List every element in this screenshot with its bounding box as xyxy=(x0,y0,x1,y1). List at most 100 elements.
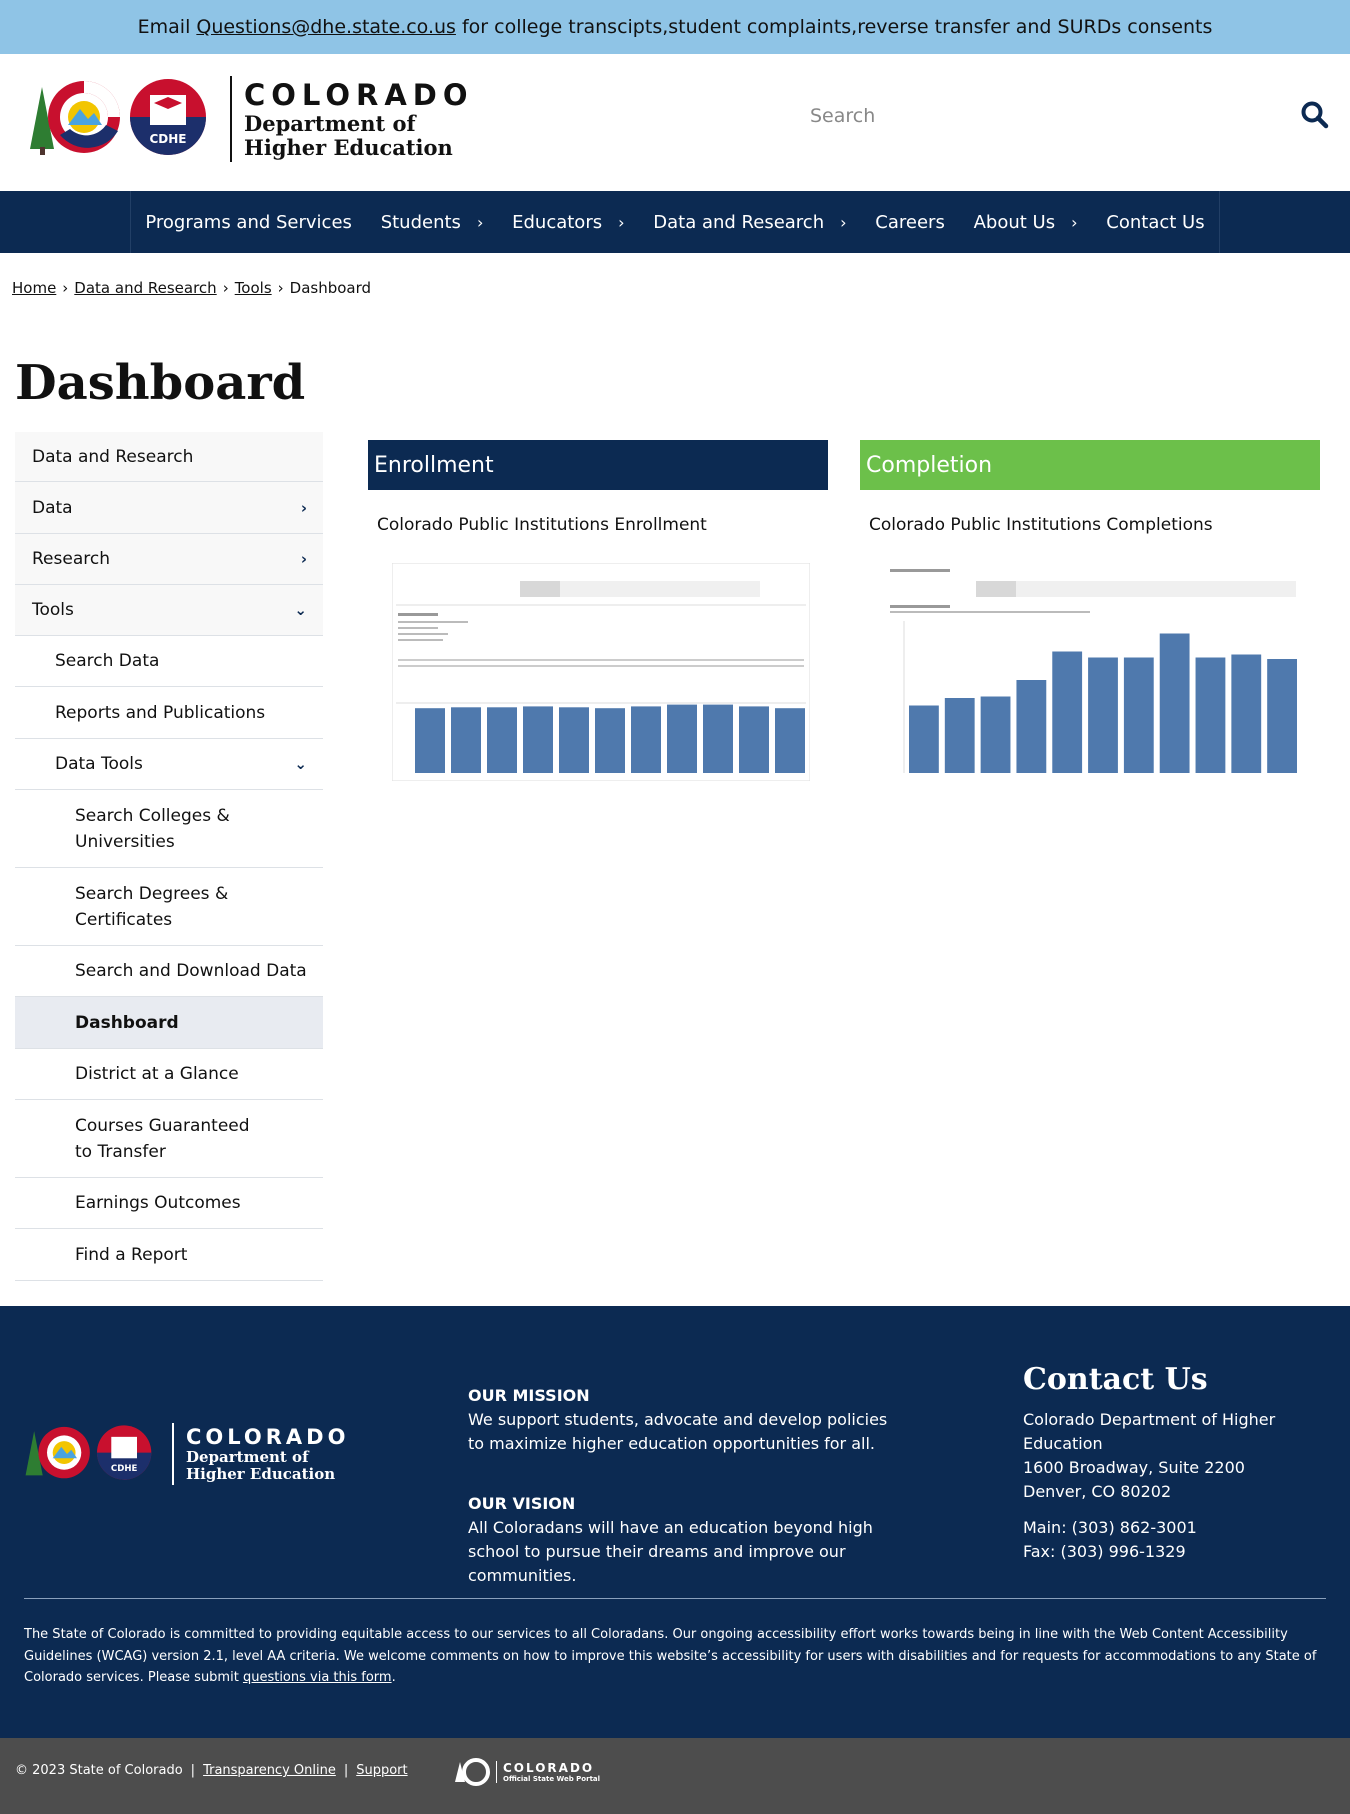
breadcrumb-separator: › xyxy=(277,279,284,297)
thumbnail-bar xyxy=(415,708,445,773)
accessibility-form-link[interactable]: questions via this form xyxy=(243,1670,392,1685)
thumbnail-bar xyxy=(1267,659,1297,773)
contact-main-phone[interactable]: Main: (303) 862-3001 xyxy=(1023,1516,1343,1540)
nav-label: Careers xyxy=(875,211,945,233)
sidebar-item-label: Search Colleges & Universities xyxy=(75,805,230,852)
contact-fax: Fax: (303) 996-1329 xyxy=(1023,1542,1186,1561)
breadcrumb-home[interactable]: Home xyxy=(12,279,56,297)
chevron-right-icon: › xyxy=(476,212,484,232)
thumbnail-bar xyxy=(1088,657,1118,773)
enrollment-subtitle[interactable]: Colorado Public Institutions Enrollment xyxy=(377,515,828,535)
sidebar-item-courses-guaranteed[interactable]: Courses Guaranteed to Transfer xyxy=(15,1100,323,1178)
footer-logo-sub1: Department of xyxy=(186,1448,309,1466)
chevron-right-icon: › xyxy=(840,212,847,232)
footer-logo-badge-text: CDHE xyxy=(111,1464,138,1474)
nav-data-and-research[interactable]: Data and Research › xyxy=(653,212,846,233)
sidebar-item-search-data[interactable]: Search Data xyxy=(15,636,323,687)
thumbnail-bar xyxy=(739,706,769,773)
sidebar-item-dashboard[interactable]: Dashboard xyxy=(15,997,323,1049)
nav-label: Students xyxy=(380,211,461,233)
chevron-right-icon[interactable]: › xyxy=(301,499,307,517)
sidebar-item-data-and-research[interactable]: Data and Research xyxy=(15,432,323,482)
logo-text-block: COLORADO Department of Higher Education xyxy=(230,76,474,162)
completion-subtitle[interactable]: Colorado Public Institutions Completions xyxy=(869,515,1320,535)
search-icon[interactable] xyxy=(1300,100,1330,130)
sidebar-item-label: Find a Report xyxy=(75,1244,188,1265)
mission-title: OUR MISSION xyxy=(468,1386,590,1405)
alert-bar: Email Questions@dhe.state.co.us for coll… xyxy=(0,0,1350,54)
accessibility-end: . xyxy=(391,1670,396,1685)
sidebar-item-district-at-a-glance[interactable]: District at a Glance xyxy=(15,1049,323,1100)
chevron-right-icon[interactable]: › xyxy=(301,550,307,568)
sidebar-item-label: Search Data xyxy=(55,651,160,671)
sidebar-item-earnings-outcomes[interactable]: Earnings Outcomes xyxy=(15,1178,323,1229)
colorado-portal-icon xyxy=(455,1758,490,1786)
bottom-separator: | xyxy=(343,1763,349,1778)
enrollment-thumbnail[interactable] xyxy=(391,562,811,782)
nav-label: Programs and Services xyxy=(145,211,352,233)
sidebar-item-research[interactable]: Research › xyxy=(15,534,323,585)
nav-students[interactable]: Students › xyxy=(381,212,484,233)
chevron-down-icon[interactable]: ⌄ xyxy=(294,601,307,619)
footer-mission: OUR MISSION We support students, advocat… xyxy=(468,1384,888,1456)
site-footer: CDHE COLORADO Department of Higher Educa… xyxy=(0,1306,1350,1738)
alert-prefix: Email xyxy=(137,16,191,38)
support-link[interactable]: Support xyxy=(356,1763,407,1778)
search-input[interactable] xyxy=(800,105,1260,127)
sidebar-item-search-degrees[interactable]: Search Degrees & Certificates xyxy=(15,868,323,946)
nav-careers[interactable]: Careers xyxy=(875,212,945,233)
footer-contact: Contact Us Colorado Department of Higher… xyxy=(1023,1362,1343,1564)
state-portal-logo[interactable]: COLORADO Official State Web Portal xyxy=(454,1758,600,1786)
completion-heading[interactable]: Completion xyxy=(860,440,1320,490)
enrollment-heading[interactable]: Enrollment xyxy=(368,440,828,490)
nav-about-us[interactable]: About Us › xyxy=(974,212,1078,233)
sidebar-item-data-tools[interactable]: Data Tools ⌄ xyxy=(15,739,323,790)
sidebar-item-label: Courses Guaranteed to Transfer xyxy=(75,1115,250,1162)
nav-programs-and-services[interactable]: Programs and Services xyxy=(145,212,352,233)
alert-suffix: for college transcipts,student complaint… xyxy=(461,16,1213,38)
logo-sub1: Department of xyxy=(244,111,416,136)
footer-logo[interactable]: CDHE COLORADO Department of Higher Educa… xyxy=(24,1423,349,1485)
nav-educators[interactable]: Educators › xyxy=(512,212,624,233)
sidebar-item-search-and-download-data[interactable]: Search and Download Data xyxy=(15,946,323,997)
chevron-down-icon[interactable]: ⌄ xyxy=(294,755,307,773)
breadcrumb-tools[interactable]: Tools xyxy=(235,279,272,297)
completion-card[interactable]: Completion Colorado Public Institutions … xyxy=(860,440,1320,781)
vision-text: All Coloradans will have an education be… xyxy=(468,1518,873,1585)
logo-title: COLORADO xyxy=(244,78,474,112)
mission-text: We support students, advocate and develo… xyxy=(468,1410,888,1453)
contact-address-2: Denver, CO 80202 xyxy=(1023,1482,1172,1501)
nav-label: Data and Research xyxy=(653,211,825,233)
sidebar-item-label: Earnings Outcomes xyxy=(75,1193,241,1213)
colorado-logo-icon: CDHE xyxy=(30,79,206,155)
sidebar-item-label: Data and Research xyxy=(32,446,194,467)
site-logo[interactable]: CDHE COLORADO Department of Higher Educa… xyxy=(28,76,474,162)
nav-contact-us[interactable]: Contact Us xyxy=(1106,212,1204,233)
chevron-right-icon: › xyxy=(618,212,625,232)
breadcrumb: Home › Data and Research › Tools › Dashb… xyxy=(12,279,371,297)
portal-title: COLORADO xyxy=(503,1761,595,1775)
transparency-online-link[interactable]: Transparency Online xyxy=(203,1763,336,1778)
thumbnail-bar xyxy=(1231,654,1262,773)
thumbnail-bar xyxy=(559,707,589,773)
contact-title: Contact Us xyxy=(1023,1362,1208,1397)
thumbnail-bar xyxy=(451,707,481,773)
footer-divider xyxy=(24,1598,1326,1599)
breadcrumb-data-and-research[interactable]: Data and Research xyxy=(74,279,216,297)
footer-vision: OUR VISION All Coloradans will have an e… xyxy=(468,1492,888,1588)
sidebar-item-label: Dashboard xyxy=(75,1012,179,1033)
completion-thumbnail[interactable] xyxy=(884,563,1302,781)
sidebar-item-tools[interactable]: Tools ⌄ xyxy=(15,585,323,636)
sidebar-item-label: Tools xyxy=(32,600,74,620)
sidebar-item-label: Search Degrees & Certificates xyxy=(75,883,229,930)
sidebar-item-find-a-report[interactable]: Find a Report xyxy=(15,1229,323,1281)
breadcrumb-separator: › xyxy=(222,279,229,297)
colorado-logo-icon: CDHE xyxy=(25,1425,152,1480)
alert-email-link[interactable]: Questions@dhe.state.co.us xyxy=(196,16,456,38)
enrollment-card[interactable]: Enrollment Colorado Public Institutions … xyxy=(368,440,828,782)
sidebar-item-data[interactable]: Data › xyxy=(15,482,323,534)
sidebar-item-reports-and-publications[interactable]: Reports and Publications xyxy=(15,687,323,739)
sidebar-item-search-colleges[interactable]: Search Colleges & Universities xyxy=(15,790,323,868)
breadcrumb-current: Dashboard xyxy=(289,279,372,297)
sidebar-item-label: Search and Download Data xyxy=(75,961,307,981)
